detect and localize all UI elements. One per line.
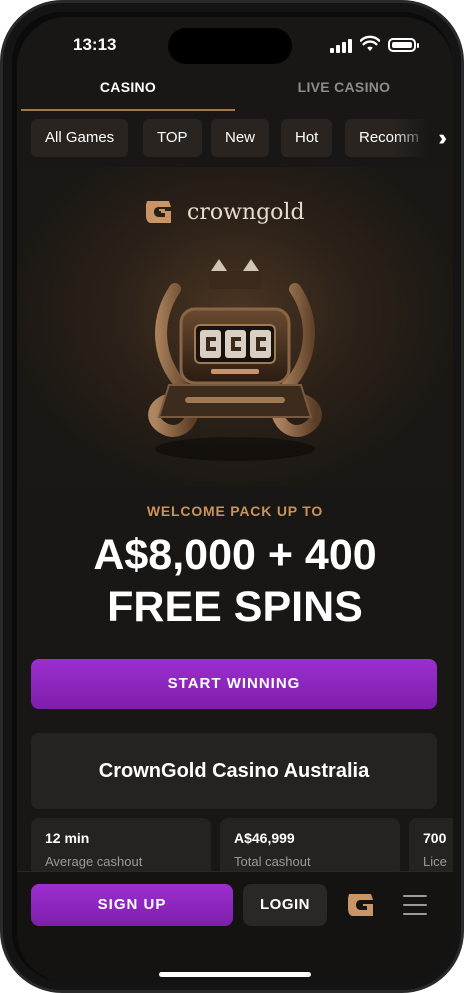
stat-value: A$46,999 <box>234 830 295 846</box>
stat-label: Total cashout <box>234 854 311 869</box>
chip-top[interactable]: TOP <box>143 119 202 157</box>
app-screen: 13:13 CASINO LIVE CASINO All Games TOP N… <box>17 17 453 982</box>
start-winning-button[interactable]: START WINNING <box>31 659 437 709</box>
phone-frame: 13:13 CASINO LIVE CASINO All Games TOP N… <box>0 0 464 993</box>
login-button[interactable]: LOGIN <box>243 884 327 926</box>
brand-logo: crowngold <box>143 197 305 227</box>
tab-live-casino[interactable]: LIVE CASINO <box>235 75 453 111</box>
stat-label: Average cashout <box>45 854 143 869</box>
promo-headline-amount: A$8,000 + 400 <box>93 531 377 579</box>
home-indicator <box>159 972 311 977</box>
promo-eyebrow: WELCOME PACK UP TO <box>146 503 324 519</box>
tab-casino[interactable]: CASINO <box>21 75 235 111</box>
promo-headline: A$8,000 + 400 FREE SPINS <box>17 529 453 633</box>
hero-banner: crowngold <box>17 167 453 487</box>
stat-label: Lice <box>423 854 447 869</box>
wifi-icon <box>360 35 380 51</box>
slot-machine-illustration <box>148 259 322 461</box>
chip-new[interactable]: New <box>211 119 270 157</box>
stat-card-total-cashout: A$46,999 Total cashout <box>220 818 400 878</box>
chevrons-right-icon[interactable]: ›› <box>438 125 446 151</box>
bottom-action-bar: SIGN UP LOGIN <box>17 871 453 982</box>
crowngold-logo-icon[interactable] <box>345 890 377 920</box>
casino-title-card: CrownGold Casino Australia <box>31 733 437 809</box>
chips-fade <box>393 119 453 157</box>
status-time: 13:13 <box>73 35 117 54</box>
promo-headline-spins: FREE SPINS <box>107 583 363 631</box>
crowngold-logo-icon <box>146 201 171 223</box>
sign-up-button[interactable]: SIGN UP <box>31 884 233 926</box>
battery-icon <box>388 38 419 52</box>
status-bar: 13:13 <box>17 17 453 77</box>
stat-value: 12 min <box>45 830 90 846</box>
chip-hot[interactable]: Hot <box>281 119 333 157</box>
brand-wordmark: crowngold <box>187 199 305 225</box>
category-tabs: CASINO LIVE CASINO <box>17 75 453 111</box>
dynamic-island <box>168 28 292 64</box>
menu-icon[interactable] <box>403 895 427 915</box>
signal-icon <box>330 39 352 53</box>
chip-all-games[interactable]: All Games <box>31 119 129 157</box>
stat-value: 700 <box>423 830 447 846</box>
stat-card-licence: 700 Lice <box>409 818 453 878</box>
filter-chips: All Games TOP New Hot Recomm ›› <box>17 119 453 159</box>
stat-card-average-cashout: 12 min Average cashout <box>31 818 211 878</box>
